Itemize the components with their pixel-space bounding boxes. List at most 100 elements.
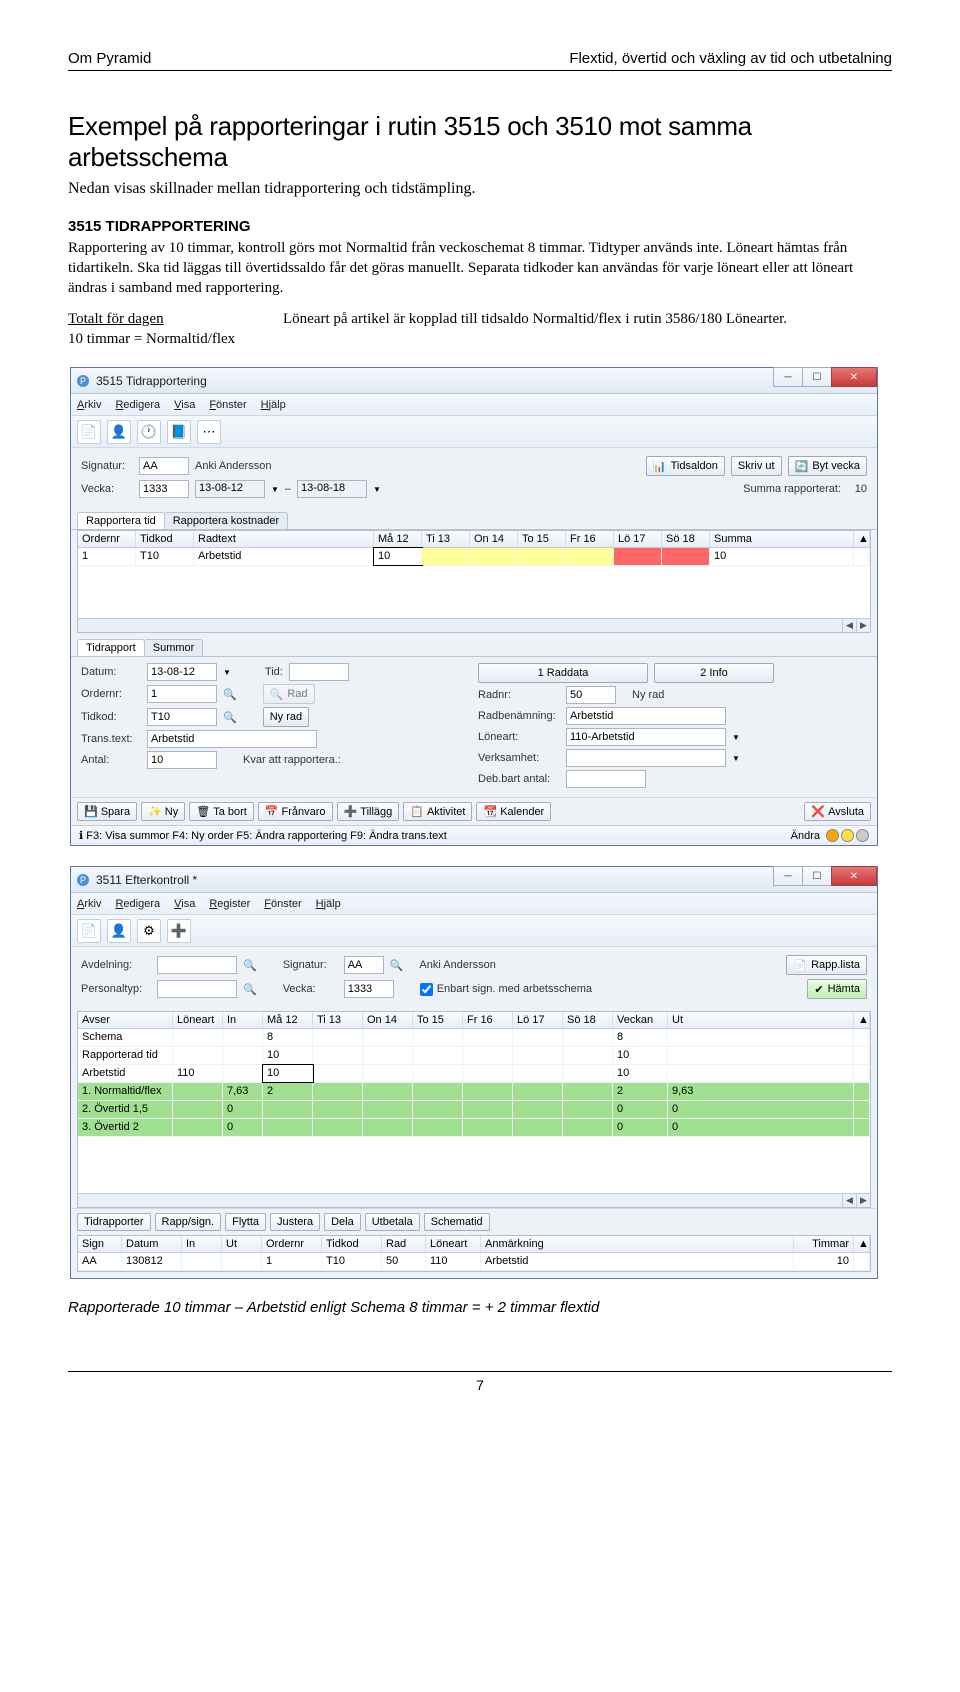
table-row[interactable]: 1. Normaltid/flex7,63229,63	[78, 1083, 870, 1101]
vecka-input[interactable]	[139, 480, 189, 498]
tab-rapportera-kostnader[interactable]: Rapportera kostnader	[164, 512, 288, 529]
signatur-input[interactable]	[139, 457, 189, 475]
maximize-button[interactable]: ☐	[802, 367, 832, 387]
search-icon[interactable]: 🔍	[390, 959, 404, 972]
raddata-button[interactable]: 1 Raddata	[478, 663, 648, 683]
transtext-input[interactable]	[147, 730, 317, 748]
table-row[interactable]: Rapporterad tid1010	[78, 1047, 870, 1065]
maximize-button[interactable]: ☐	[802, 866, 832, 886]
antal-input[interactable]	[147, 751, 217, 769]
table-row[interactable]: 3. Övertid 2000	[78, 1119, 870, 1137]
col-anm[interactable]: Anmärkning	[481, 1236, 794, 1252]
personaltyp-input[interactable]	[157, 980, 237, 998]
rappsign-button[interactable]: Rapp/sign.	[155, 1213, 222, 1231]
close-button[interactable]: ✕	[831, 866, 877, 886]
tab-rapportera-tid[interactable]: Rapportera tid	[77, 512, 165, 529]
col-loneart[interactable]: Löneart	[426, 1236, 481, 1252]
radnr-input[interactable]	[566, 686, 616, 704]
menu-register[interactable]: Register	[209, 898, 250, 910]
schematid-button[interactable]: Schematid	[424, 1213, 490, 1231]
kalender-button[interactable]: 📆 Kalender	[476, 802, 551, 821]
col-loneart[interactable]: Löneart	[173, 1012, 223, 1028]
scroll-left-icon[interactable]: ◀	[842, 619, 856, 632]
vecka-input[interactable]	[344, 980, 394, 998]
tillagg-button[interactable]: ➕ Tillägg	[337, 802, 400, 821]
tool-user-icon[interactable]: 👤	[107, 420, 131, 444]
col-ordernr[interactable]: Ordernr	[262, 1236, 322, 1252]
scroll-right-icon[interactable]: ▶	[856, 619, 870, 632]
col-in[interactable]: In	[223, 1012, 263, 1028]
scroll-up-icon[interactable]: ▲	[854, 1236, 870, 1252]
deb-input[interactable]	[566, 770, 646, 788]
menu-bar[interactable]: Arkiv Redigera Visa Register Fönster Hjä…	[71, 893, 877, 915]
titlebar[interactable]: P 3511 Efterkontroll * ─ ☐ ✕	[71, 867, 877, 893]
tabort-button[interactable]: 🗑 Ta bort	[189, 802, 254, 821]
scroll-right-icon[interactable]: ▶	[856, 1194, 870, 1207]
col-on[interactable]: On 14	[363, 1012, 413, 1028]
col-timmar[interactable]: Timmar	[794, 1236, 854, 1252]
tidkod-input[interactable]	[147, 708, 217, 726]
loneart-input[interactable]	[566, 728, 726, 746]
enbart-checkbox[interactable]	[420, 983, 433, 996]
ordernr-input[interactable]	[147, 685, 217, 703]
menu-redigera[interactable]: Redigera	[115, 399, 160, 411]
menu-visa[interactable]: Visa	[174, 898, 195, 910]
tid-input[interactable]	[289, 663, 349, 681]
avdelning-input[interactable]	[157, 956, 237, 974]
bytvecka-button[interactable]: 🔄 Byt vecka	[788, 456, 867, 476]
table-row[interactable]: AA 130812 1 T10 50 110 Arbetstid 10	[78, 1253, 870, 1271]
menu-arkiv[interactable]: Arkiv	[77, 399, 101, 411]
menu-hjalp[interactable]: Hjälp	[316, 898, 341, 910]
col-ordernr[interactable]: Ordernr	[78, 531, 136, 547]
col-ti[interactable]: Ti 13	[422, 531, 470, 547]
menu-visa[interactable]: Visa	[174, 399, 195, 411]
titlebar[interactable]: P 3515 Tidrapportering ─ ☐ ✕	[71, 368, 877, 394]
search-icon[interactable]: 🔍	[243, 983, 257, 996]
nyrad-button[interactable]: Ny rad	[263, 707, 309, 727]
franvaro-button[interactable]: 📅 Frånvaro	[258, 802, 333, 821]
table-row[interactable]: 2. Övertid 1,5000	[78, 1101, 870, 1119]
col-ut[interactable]: Ut	[668, 1012, 854, 1028]
col-ma[interactable]: Må 12	[374, 531, 422, 547]
signatur-input[interactable]	[344, 956, 384, 974]
dropdown-icon[interactable]: ▼	[271, 485, 279, 494]
dropdown-icon[interactable]: ▼	[373, 485, 381, 494]
menu-fonster[interactable]: Fönster	[209, 399, 246, 411]
scroll-left-icon[interactable]: ◀	[842, 1194, 856, 1207]
dropdown-icon[interactable]: ▼	[223, 668, 231, 677]
flytta-button[interactable]: Flytta	[225, 1213, 266, 1231]
scroll-up-icon[interactable]: ▲	[854, 1012, 870, 1028]
tool-clock-icon[interactable]: 🕐	[137, 420, 161, 444]
tool-doc-icon[interactable]: 📄	[77, 919, 101, 943]
search-icon[interactable]: 🔍	[223, 711, 237, 724]
menu-hjalp[interactable]: Hjälp	[261, 399, 286, 411]
skrivut-button[interactable]: Skriv ut	[731, 456, 782, 476]
minimize-button[interactable]: ─	[773, 367, 803, 387]
tool-gear-icon[interactable]: ⚙	[137, 919, 161, 943]
aktivitet-button[interactable]: 📋 Aktivitet	[403, 802, 472, 821]
tidrapporter-button[interactable]: Tidrapporter	[77, 1213, 151, 1231]
col-so[interactable]: Sö 18	[563, 1012, 613, 1028]
col-ti[interactable]: Ti 13	[313, 1012, 363, 1028]
menu-bar[interactable]: Arkiv Redigera Visa Fönster Hjälp	[71, 394, 877, 416]
tab-summor[interactable]: Summor	[144, 639, 204, 656]
radben-input[interactable]	[566, 707, 726, 725]
table-row[interactable]: Schema88	[78, 1029, 870, 1047]
col-lo[interactable]: Lö 17	[513, 1012, 563, 1028]
search-icon[interactable]: 🔍	[223, 688, 237, 701]
dropdown-icon[interactable]: ▼	[732, 754, 740, 763]
table-row[interactable]: 1 T10 Arbetstid 10 10	[78, 548, 870, 566]
utbetala-button[interactable]: Utbetala	[365, 1213, 420, 1231]
rapplista-button[interactable]: 📄 Rapp.lista	[786, 955, 867, 975]
justera-button[interactable]: Justera	[270, 1213, 320, 1231]
close-button[interactable]: ✕	[831, 367, 877, 387]
col-ut[interactable]: Ut	[222, 1236, 262, 1252]
col-lo[interactable]: Lö 17	[614, 531, 662, 547]
col-fr[interactable]: Fr 16	[463, 1012, 513, 1028]
col-datum[interactable]: Datum	[122, 1236, 182, 1252]
tool-user-icon[interactable]: 👤	[107, 919, 131, 943]
col-avser[interactable]: Avser	[78, 1012, 173, 1028]
hamta-button[interactable]: ✔ Hämta	[807, 979, 867, 999]
date-from[interactable]: 13-08-12	[195, 480, 265, 498]
search-icon[interactable]: 🔍	[243, 959, 257, 972]
